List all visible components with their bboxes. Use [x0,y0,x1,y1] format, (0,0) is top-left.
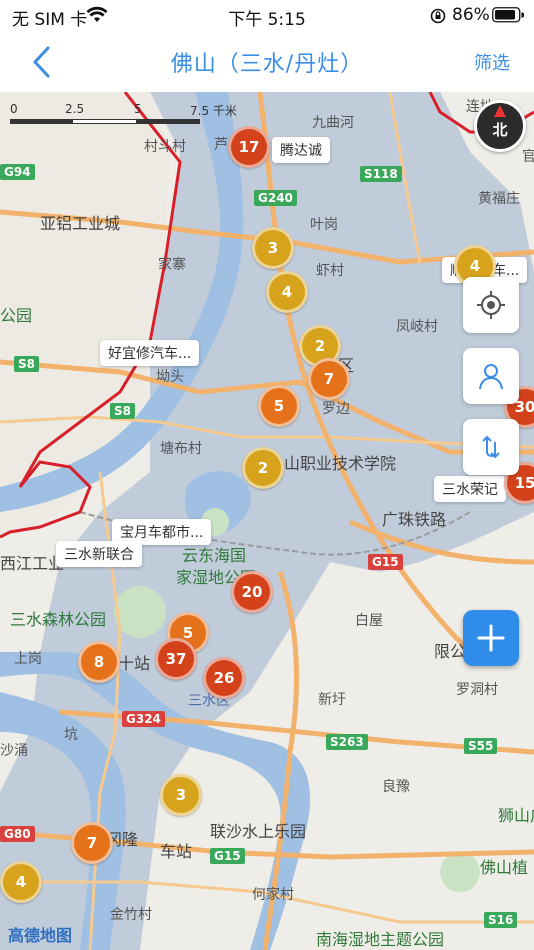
place-label: 亚铝工业城 [40,214,121,233]
marker-cluster[interactable]: 8 [78,641,120,683]
road-badge: S8 [14,356,39,372]
add-button[interactable] [463,610,519,666]
place-label: 佛山植 [480,858,529,877]
map-scale: 0 2.5 5 7.5 千米 [10,102,237,126]
marker-cluster[interactable]: 5 [258,385,300,427]
place-label: 广珠铁路 [382,510,447,529]
place-label: 凤岐村 [396,319,438,335]
road-badge: G15 [368,554,403,570]
marker-cluster[interactable]: 4 [0,861,42,903]
road-badge: G94 [0,164,35,180]
place-label: 金竹村 [110,907,152,923]
map-callout[interactable]: 三水荣记 [434,476,506,502]
scale-label: 7.5 千米 [190,104,237,118]
road-badge: G80 [0,826,35,842]
place-label: 罗边 [322,401,350,417]
map-logo: 高德地图 [8,926,73,945]
place-label: 车站 [160,842,193,861]
place-label: 良豫 [382,779,410,795]
marker-cluster[interactable]: 3 [160,774,202,816]
place-label: 坑 [64,727,78,743]
road-badge: S16 [484,912,518,928]
place-label: 上岗 [14,651,42,667]
road-badge: S8 [110,403,135,419]
rotation-lock-icon [430,8,446,28]
road-badge: S118 [360,166,402,182]
place-label: 罗洞村 [456,682,498,698]
road-badge: S263 [326,734,368,750]
place-label: 白屋 [355,613,383,629]
place-label: 虾村 [316,263,344,279]
place-label: 三水森林公园 [10,610,107,629]
marker-cluster[interactable]: 3 [252,227,294,269]
user-icon [479,364,503,390]
place-label: 村斗村 [144,139,186,155]
marker-cluster[interactable]: 2 [242,447,284,489]
page-title: 佛山（三水/丹灶） [170,52,364,77]
marker-cluster[interactable]: 37 [155,638,197,680]
road-badge: G240 [254,190,297,206]
place-label: 西江工业 [0,554,65,573]
plus-icon [477,624,505,652]
marker-cluster[interactable]: 7 [71,822,113,864]
map-callout[interactable]: 三水新联合 [56,541,142,567]
place-label: 沙涌 [0,743,28,759]
user-button[interactable] [463,348,519,404]
place-label: 云东海国 [182,546,247,565]
map-view[interactable]: 0 2.5 5 7.5 千米 亚铝工业城 家寨 叶岗 虾村 凤岐村 罗边 塘布村… [0,92,534,950]
place-label: 官 [522,149,534,165]
place-label: 新圩 [318,692,346,708]
place-label: 限公 [434,642,467,661]
place-label: 塘布村 [160,441,202,457]
place-label: 九曲河 [312,115,354,131]
scale-label: 2.5 [65,102,85,116]
place-label: 黄福庄 [478,191,520,207]
status-bar: 无 SIM 卡 下午 5:15 86% [0,0,534,32]
locate-icon [477,291,505,319]
compass-needle-icon [494,105,506,117]
place-label: 芦 [214,137,228,153]
route-icon [482,435,500,459]
marker-cluster[interactable]: 4 [266,271,308,313]
place-label: 公园 [0,306,33,325]
nav-bar: 佛山（三水/丹灶） 筛选 [0,32,534,92]
place-label: 家寨 [158,257,186,273]
road-badge: G15 [210,848,245,864]
battery-icon [492,7,525,27]
marker-cluster[interactable]: 17 [228,126,270,168]
place-label: 狮山广场 [498,806,534,825]
route-button[interactable] [463,419,519,475]
place-label: 南海湿地主题公园 [316,930,445,949]
map-callout[interactable]: 腾达诚 [272,137,330,163]
compass-label: 北 [492,121,508,139]
filter-button[interactable]: 筛选 [474,49,510,75]
map-callout[interactable]: 好宜修汽车... [100,340,200,366]
marker-cluster[interactable]: 20 [231,571,273,613]
place-label: 坳头 [156,369,184,385]
place-label: 山职业技术学院 [284,454,397,473]
marker-cluster[interactable]: 26 [203,657,245,699]
place-label: 十站 [118,654,151,673]
scale-bar [10,119,200,124]
marker-cluster[interactable]: 7 [308,358,350,400]
place-label: 叶岗 [310,217,338,233]
place-label: 何家村 [252,887,294,903]
place-label: 联沙水上乐园 [210,822,307,841]
road-badge: G324 [122,711,165,727]
scale-label: 5 [134,102,142,116]
scale-label: 0 [10,102,18,116]
road-badge: S55 [464,738,498,754]
compass-button[interactable]: 北 [474,100,526,152]
locate-button[interactable] [463,277,519,333]
battery-percent: 86% [452,5,490,25]
